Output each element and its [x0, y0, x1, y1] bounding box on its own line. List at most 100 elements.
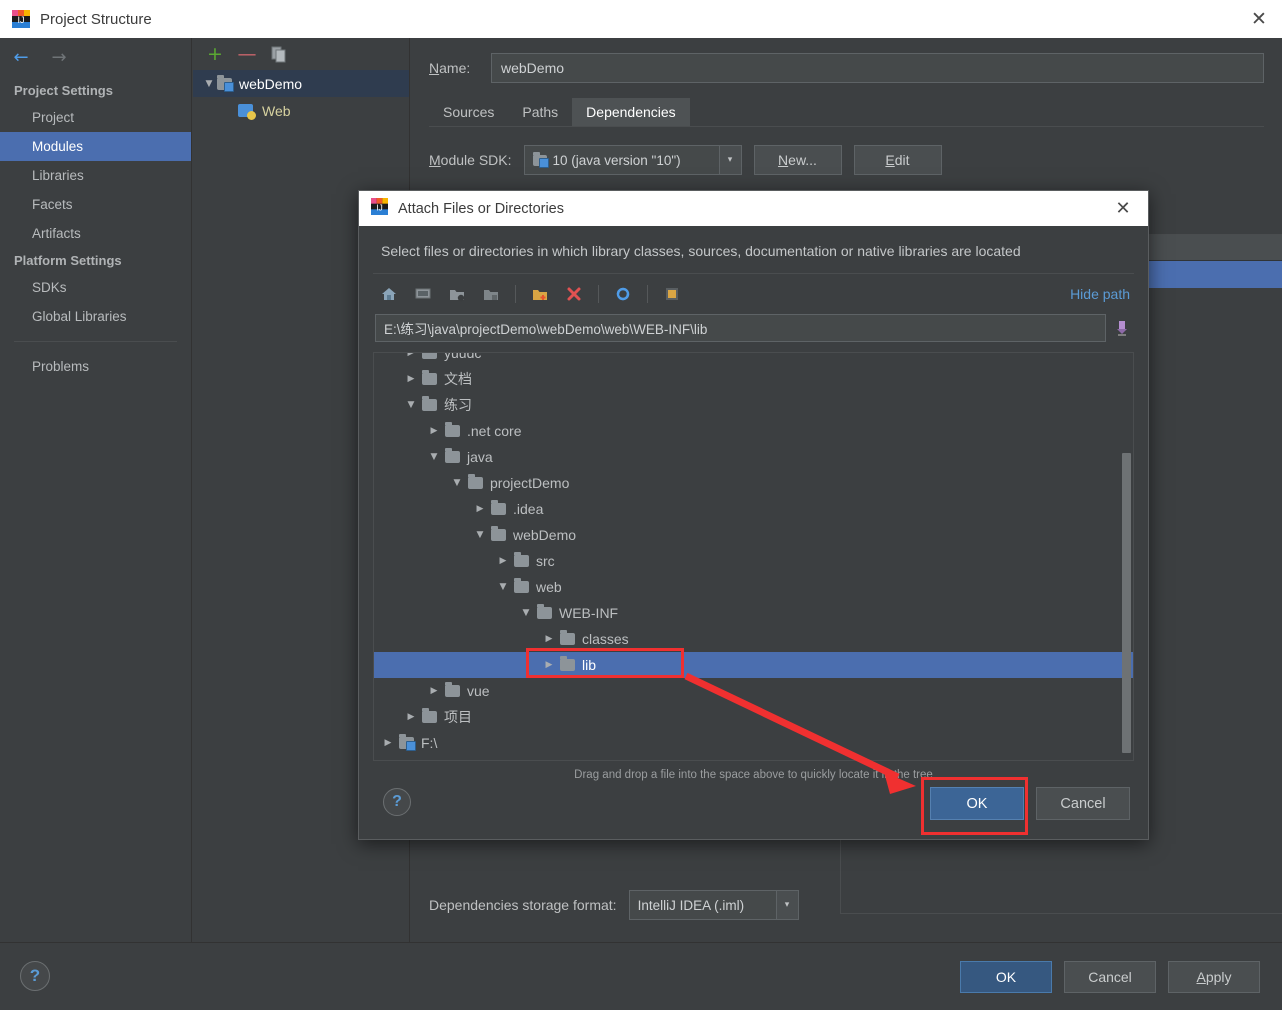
tree-row-web[interactable]: ▼ web: [374, 574, 1133, 600]
chevron-down-icon[interactable]: ▼: [201, 79, 217, 89]
module-name-label: Name:: [429, 60, 471, 76]
drive-icon: [399, 734, 416, 751]
close-icon[interactable]: ✕: [1236, 0, 1282, 38]
new-sdk-button[interactable]: New...: [753, 145, 842, 175]
chevron-right-icon[interactable]: ▶: [400, 353, 422, 358]
tab-paths[interactable]: Paths: [508, 98, 573, 126]
chevron-down-icon[interactable]: ▼: [515, 608, 537, 618]
desktop-icon[interactable]: [411, 282, 435, 306]
chevron-down-icon[interactable]: ▼: [469, 530, 491, 540]
dialog-title: Attach Files or Directories: [398, 200, 564, 217]
tree-row-net-core[interactable]: ▶ .net core: [374, 418, 1133, 444]
dialog-ok-button[interactable]: OK: [930, 787, 1024, 820]
tree-row-drive-f[interactable]: ▶ F:\: [374, 730, 1133, 756]
tree-row-yuudc[interactable]: ▶ yuudc: [374, 353, 1133, 366]
new-folder-icon[interactable]: [528, 282, 552, 306]
tree-row-java[interactable]: ▼ java: [374, 444, 1133, 470]
chevron-down-icon[interactable]: ▾: [718, 146, 741, 174]
close-icon[interactable]: ✕: [1106, 191, 1140, 226]
add-module-button[interactable]: +: [205, 44, 225, 64]
chevron-right-icon[interactable]: ▶: [538, 634, 560, 644]
tree-row-wendang[interactable]: ▶ 文档: [374, 366, 1133, 392]
tree-row-lib[interactable]: ▶ lib: [374, 652, 1133, 678]
apply-button[interactable]: Apply: [1168, 961, 1260, 993]
folder-icon: [514, 578, 529, 593]
tree-row-projectdemo[interactable]: ▼ projectDemo: [374, 470, 1133, 496]
module-tree-row-web[interactable]: Web: [193, 97, 409, 124]
tree-row-webdemo[interactable]: ▼ webDemo: [374, 522, 1133, 548]
sidebar-item-problems[interactable]: Problems: [0, 352, 191, 381]
sidebar-item-global-libraries[interactable]: Global Libraries: [0, 302, 191, 331]
tree-row-label: src: [536, 553, 555, 569]
tree-row-xiangmu[interactable]: ▶ 项目: [374, 704, 1133, 730]
folder-icon: [422, 396, 437, 411]
tree-row-vue[interactable]: ▶ vue: [374, 678, 1133, 704]
folder-icon[interactable]: [479, 282, 503, 306]
tree-row-label: .idea: [513, 501, 544, 517]
arrow-right-icon: →: [51, 47, 67, 68]
chevron-down-icon[interactable]: ▾: [775, 891, 798, 919]
module-sdk-select[interactable]: 10 (java version "10") ▾: [523, 145, 742, 175]
sidebar-item-facets[interactable]: Facets: [0, 190, 191, 219]
refresh-icon[interactable]: [611, 282, 635, 306]
folder-up-icon[interactable]: [445, 282, 469, 306]
file-tree[interactable]: ▶ yuudc ▶ 文档 ▼ 练习 ▶ .net core ▼ java ▼ p…: [373, 352, 1134, 761]
toolbar-divider: [647, 285, 648, 303]
tree-row-lianxi[interactable]: ▼ 练习: [374, 392, 1133, 418]
delete-icon[interactable]: [562, 282, 586, 306]
chevron-right-icon[interactable]: ▶: [423, 426, 445, 436]
storage-format-row: Dependencies storage format: IntelliJ ID…: [429, 890, 799, 920]
module-tree-row-webdemo[interactable]: ▼ webDemo: [193, 70, 409, 97]
sidebar-item-artifacts[interactable]: Artifacts: [0, 219, 191, 248]
tabs-divider: [429, 126, 1264, 127]
dialog-help-button[interactable]: ?: [383, 788, 411, 816]
sidebar-item-libraries[interactable]: Libraries: [0, 161, 191, 190]
folder-icon: [422, 353, 437, 359]
folder-icon: [560, 656, 575, 671]
show-hidden-icon[interactable]: [660, 282, 684, 306]
paste-path-icon[interactable]: [1112, 316, 1132, 340]
sidebar-item-sdks[interactable]: SDKs: [0, 273, 191, 302]
tree-row-src[interactable]: ▶ src: [374, 548, 1133, 574]
module-sdk-row: Module SDK: 10 (java version "10") ▾ New…: [429, 145, 1282, 175]
tree-row-label: vue: [467, 683, 490, 699]
tree-row-idea[interactable]: ▶ .idea: [374, 496, 1133, 522]
chevron-right-icon[interactable]: ▶: [400, 374, 422, 384]
sidebar-group-platform-settings: Platform Settings: [14, 253, 122, 268]
tab-sources[interactable]: Sources: [429, 98, 509, 126]
storage-format-value: IntelliJ IDEA (.iml): [637, 897, 745, 913]
nav-forward-button[interactable]: →: [48, 47, 70, 69]
tree-row-label: 文档: [444, 371, 472, 387]
module-name-input[interactable]: webDemo: [491, 53, 1264, 83]
edit-sdk-button[interactable]: Edit: [853, 145, 942, 175]
sidebar-item-modules[interactable]: Modules: [0, 132, 191, 161]
path-input[interactable]: E:\练习\java\projectDemo\webDemo\web\WEB-I…: [375, 314, 1106, 342]
tree-scrollbar[interactable]: [1122, 453, 1131, 753]
dialog-cancel-button[interactable]: Cancel: [1036, 787, 1130, 820]
tree-row-classes[interactable]: ▶ classes: [374, 626, 1133, 652]
chevron-right-icon[interactable]: ▶: [400, 712, 422, 722]
remove-module-button[interactable]: —: [237, 44, 257, 64]
chevron-right-icon[interactable]: ▶: [538, 660, 560, 670]
chevron-down-icon[interactable]: ▼: [400, 400, 422, 410]
module-sdk-value: 10 (java version "10"): [552, 152, 681, 168]
chevron-right-icon[interactable]: ▶: [423, 686, 445, 696]
chevron-down-icon[interactable]: ▼: [423, 452, 445, 462]
chevron-right-icon[interactable]: ▶: [377, 738, 399, 748]
cancel-button[interactable]: Cancel: [1064, 961, 1156, 993]
chevron-down-icon[interactable]: ▼: [492, 582, 514, 592]
chevron-right-icon[interactable]: ▶: [492, 556, 514, 566]
help-button[interactable]: ?: [20, 961, 50, 991]
tab-dependencies[interactable]: Dependencies: [572, 98, 690, 126]
nav-back-button[interactable]: ←: [10, 47, 32, 69]
tree-row-web-inf[interactable]: ▼ WEB-INF: [374, 600, 1133, 626]
hide-path-link[interactable]: Hide path: [1070, 286, 1130, 302]
folder-icon: [514, 552, 529, 567]
storage-format-select[interactable]: IntelliJ IDEA (.iml) ▾: [628, 890, 799, 920]
home-icon[interactable]: [377, 282, 401, 306]
ok-button[interactable]: OK: [960, 961, 1052, 993]
copy-icon[interactable]: [269, 44, 289, 64]
chevron-right-icon[interactable]: ▶: [469, 504, 491, 514]
chevron-down-icon[interactable]: ▼: [446, 478, 468, 488]
sidebar-item-project[interactable]: Project: [0, 103, 191, 132]
